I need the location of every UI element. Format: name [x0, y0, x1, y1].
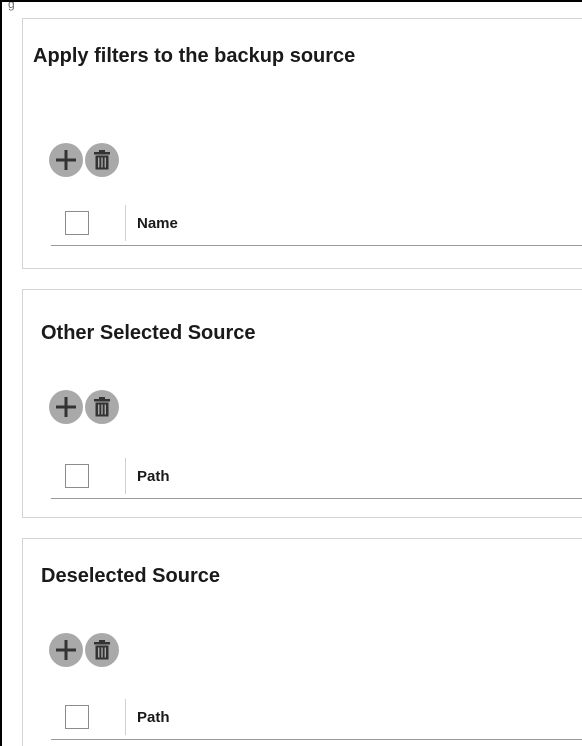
- plus-icon: [56, 397, 76, 417]
- column-header-name[interactable]: Name: [137, 215, 178, 232]
- deselected-source-panel: Deselected Source Path: [22, 538, 582, 746]
- panel-title: Apply filters to the backup source: [33, 45, 356, 67]
- column-header-path[interactable]: Path: [137, 709, 170, 726]
- column-header-path[interactable]: Path: [137, 468, 170, 485]
- table-header-row: Path: [51, 458, 582, 499]
- trash-icon: [94, 150, 110, 170]
- column-divider: [125, 205, 126, 241]
- delete-button[interactable]: [85, 633, 119, 667]
- column-divider: [125, 699, 126, 735]
- delete-button[interactable]: [85, 143, 119, 177]
- filters-panel: Apply filters to the backup source Name: [22, 18, 582, 269]
- window-frame: g Apply filters to the backup source Nam…: [0, 0, 582, 746]
- select-all-checkbox[interactable]: [65, 464, 89, 488]
- table-header-row: Name: [51, 205, 582, 246]
- delete-button[interactable]: [85, 390, 119, 424]
- add-button[interactable]: [49, 633, 83, 667]
- select-all-checkbox[interactable]: [65, 211, 89, 235]
- other-selected-source-panel: Other Selected Source Path: [22, 289, 582, 518]
- table-header-row: Path: [51, 699, 582, 740]
- panel-title: Deselected Source: [41, 565, 220, 587]
- select-all-checkbox[interactable]: [65, 705, 89, 729]
- column-divider: [125, 458, 126, 494]
- panel-title: Other Selected Source: [41, 322, 256, 344]
- top-bar-text: g: [8, 0, 15, 11]
- trash-icon: [94, 640, 110, 660]
- add-button[interactable]: [49, 390, 83, 424]
- add-button[interactable]: [49, 143, 83, 177]
- plus-icon: [56, 640, 76, 660]
- trash-icon: [94, 397, 110, 417]
- plus-icon: [56, 150, 76, 170]
